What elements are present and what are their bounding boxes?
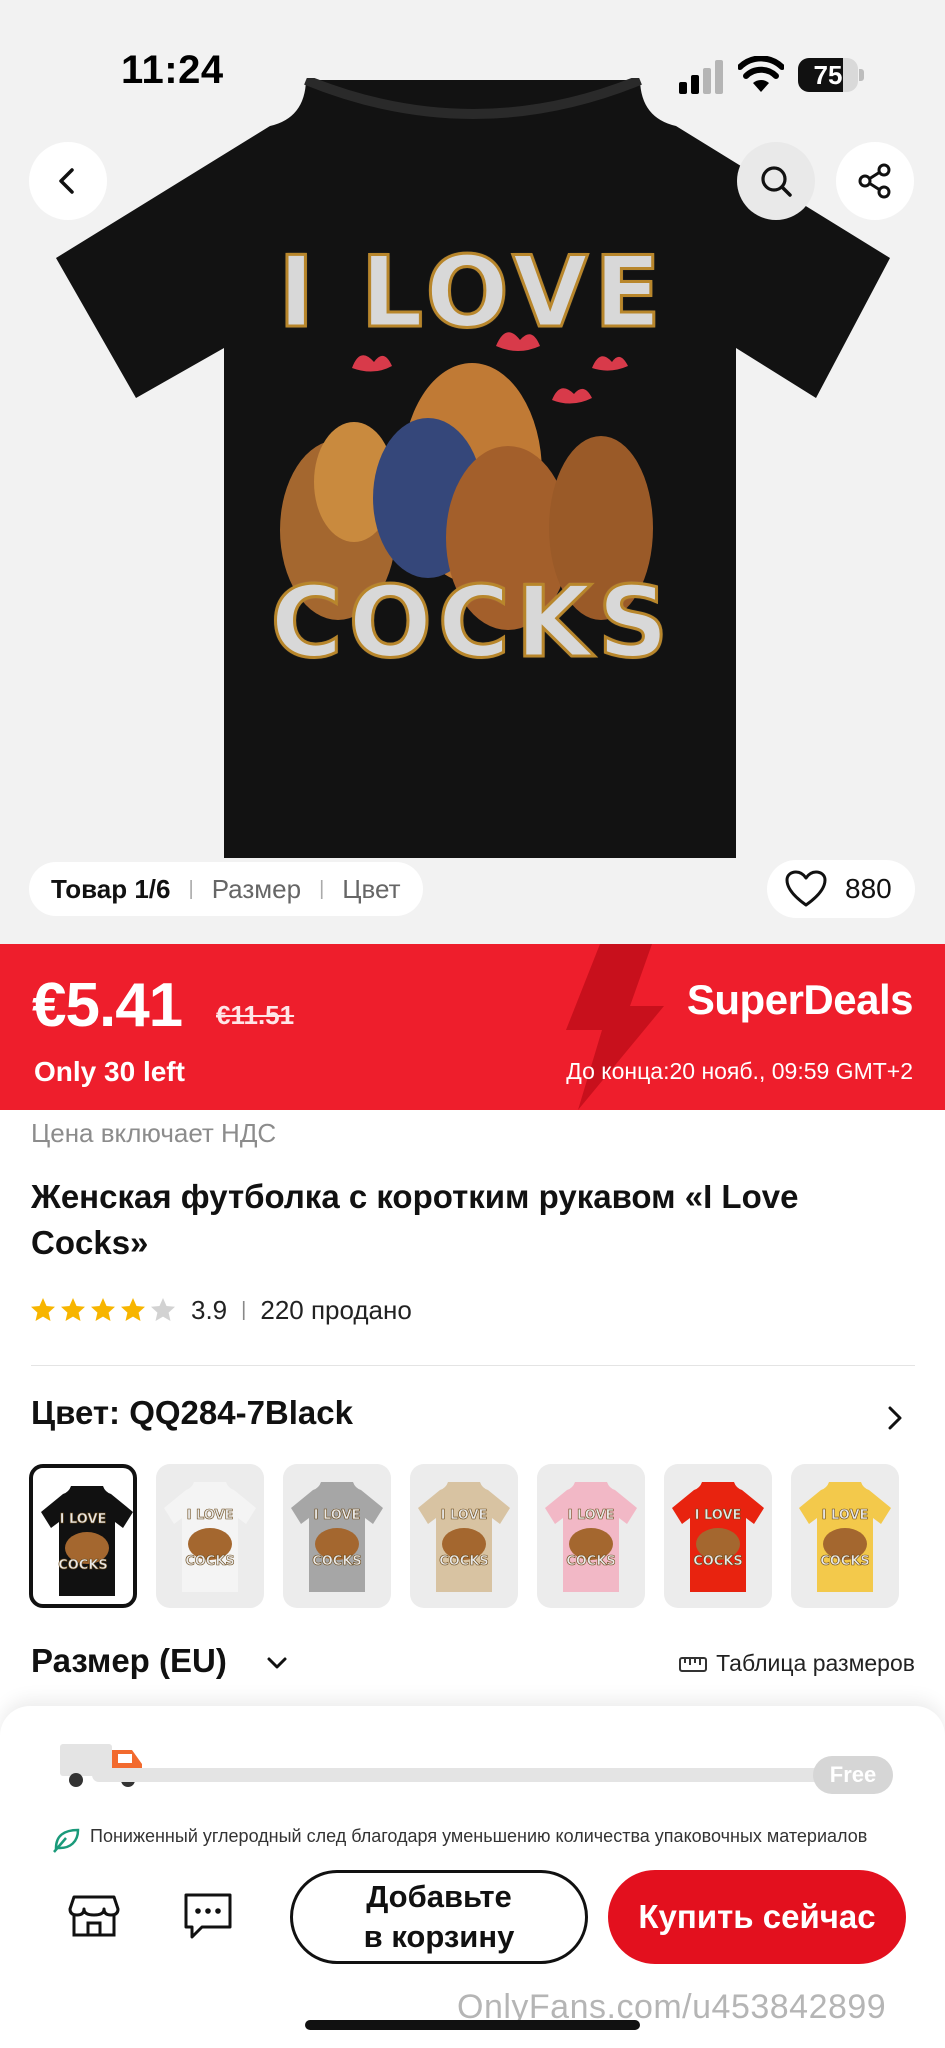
home-indicator xyxy=(305,2020,640,2030)
original-price: €11.51 xyxy=(216,1000,295,1030)
gallery-item-counter: Товар 1/6 xyxy=(51,873,171,904)
swatch-print-bottom: COCKS xyxy=(185,1554,235,1570)
size-selector-header[interactable]: Размер (EU) Таблица размеров xyxy=(31,1642,915,1690)
lightning-icon xyxy=(566,944,664,1110)
superdeals-logo: SuperDeals xyxy=(686,976,914,1023)
color-swatch-white[interactable]: I LOVE COCKS xyxy=(156,1464,264,1608)
product-image-gallery[interactable]: 11:24 75 I LOVE COCKS Товар 1/6 | Размер… xyxy=(0,0,945,944)
superdeals-banner: €5.41 €11.51 Only 30 left SuperDeals До … xyxy=(0,944,945,1110)
color-swatch-beige[interactable]: I LOVE COCKS xyxy=(410,1464,518,1608)
swatch-print-bottom: COCKS xyxy=(58,1558,108,1574)
chevron-left-icon xyxy=(59,168,74,194)
star-filled-icon xyxy=(121,1298,145,1321)
share-icon xyxy=(858,163,891,199)
delivery-truck-icon xyxy=(60,1744,142,1787)
chevron-down-icon xyxy=(267,1657,287,1669)
deal-countdown: До конца:20 нояб., 09:59 GMT+2 xyxy=(566,1058,913,1084)
tshirt-thumbnail xyxy=(672,1482,764,1592)
rating-value: 3.9 xyxy=(191,1294,228,1325)
eco-note-text: Пониженный углеродный след благодаря уме… xyxy=(90,1826,868,1846)
add-to-cart-line-2: в корзину xyxy=(363,1919,515,1954)
gallery-tab-size[interactable]: Размер xyxy=(212,874,301,905)
rating-row[interactable]: 3.9 | 220 продано xyxy=(29,1290,412,1330)
free-shipping-progress xyxy=(92,1768,875,1782)
star-empty-icon xyxy=(151,1298,175,1321)
color-selector-header[interactable]: Цвет: QQ284-7Black xyxy=(31,1394,915,1442)
color-swatch-red[interactable]: I LOVE COCKS xyxy=(664,1464,772,1608)
swatch-print-bottom: COCKS xyxy=(693,1554,743,1570)
eco-leaf-icon xyxy=(53,1828,80,1853)
buy-now-button[interactable]: Купить сейчас xyxy=(608,1870,906,1964)
tshirt-thumbnail xyxy=(418,1482,510,1592)
separator: | xyxy=(241,1298,247,1321)
gallery-info-pill[interactable]: Товар 1/6 | Размер | Цвет xyxy=(29,862,423,916)
search-button[interactable] xyxy=(737,142,815,220)
tshirt-thumbnail xyxy=(799,1482,891,1592)
back-button[interactable] xyxy=(29,142,107,220)
print-text-top: I LOVE xyxy=(276,235,667,352)
swatch-print-top: I LOVE xyxy=(694,1508,742,1524)
print-text-bottom: COCKS xyxy=(269,565,675,682)
size-chart-label: Таблица размеров xyxy=(716,1650,915,1676)
color-swatch-pink[interactable]: I LOVE COCKS xyxy=(537,1464,645,1608)
wishlist-count: 880 xyxy=(845,873,892,904)
size-chart-link[interactable]: Таблица размеров xyxy=(678,1650,915,1677)
color-label: Цвет: QQ284-7Black xyxy=(31,1394,353,1431)
star-filled-icon xyxy=(31,1298,55,1321)
swatch-print-top: I LOVE xyxy=(567,1508,615,1524)
size-label: Размер (EU) xyxy=(31,1642,227,1679)
heart-icon xyxy=(785,870,827,907)
swatch-print-bottom: COCKS xyxy=(566,1554,616,1570)
swatch-print-bottom: COCKS xyxy=(439,1554,489,1570)
vat-note: Цена включает НДС xyxy=(31,1118,277,1148)
chevron-right-icon xyxy=(888,1406,902,1430)
share-button[interactable] xyxy=(836,142,914,220)
rating-stars xyxy=(29,1296,179,1324)
sold-count: 220 продано xyxy=(260,1294,412,1325)
add-to-cart-button[interactable]: Добавьте в корзину xyxy=(290,1870,588,1964)
current-price: €5.41 xyxy=(32,971,183,1040)
add-to-cart-label: Добавьте в корзину xyxy=(364,1877,515,1957)
separator: | xyxy=(319,877,325,900)
add-to-cart-line-1: Добавьте xyxy=(366,1879,512,1914)
ruler-icon xyxy=(679,1656,708,1672)
tshirt-thumbnail xyxy=(291,1482,383,1592)
store-icon[interactable] xyxy=(66,1887,122,1943)
swatch-print-top: I LOVE xyxy=(440,1508,488,1524)
separator: | xyxy=(188,877,194,900)
swatch-print-top: I LOVE xyxy=(821,1508,869,1524)
tshirt-thumbnail xyxy=(545,1482,637,1592)
star-filled-icon xyxy=(91,1298,115,1321)
swatch-print-top: I LOVE xyxy=(186,1508,234,1524)
color-swatch-grey[interactable]: I LOVE COCKS xyxy=(283,1464,391,1608)
stock-left: Only 30 left xyxy=(34,1056,185,1087)
eco-note: Пониженный углеродный след благодаря уме… xyxy=(50,1826,930,1856)
swatch-print-top: I LOVE xyxy=(59,1512,107,1528)
divider xyxy=(31,1365,915,1366)
color-swatch-yellow[interactable]: I LOVE COCKS xyxy=(791,1464,899,1608)
star-filled-icon xyxy=(61,1298,85,1321)
swatch-print-bottom: COCKS xyxy=(312,1554,362,1570)
color-swatch-list: I LOVE COCKS I LOVE COCKS I LOVE COCKS I LOVE C… xyxy=(29,1464,945,1608)
swatch-print-top: I LOVE xyxy=(313,1508,361,1524)
tshirt-thumbnail xyxy=(41,1486,133,1596)
product-title: Женская футболка с коротким рукавом «I L… xyxy=(31,1178,799,1261)
tshirt-thumbnail xyxy=(164,1482,256,1592)
gallery-tab-color[interactable]: Цвет xyxy=(342,874,400,905)
search-icon xyxy=(761,166,792,197)
wishlist-button[interactable]: 880 xyxy=(767,860,915,918)
free-shipping-badge: Free xyxy=(813,1756,893,1794)
swatch-print-bottom: COCKS xyxy=(820,1554,870,1570)
color-swatch-black[interactable]: I LOVE COCKS xyxy=(29,1464,137,1608)
chat-icon[interactable] xyxy=(180,1887,236,1943)
